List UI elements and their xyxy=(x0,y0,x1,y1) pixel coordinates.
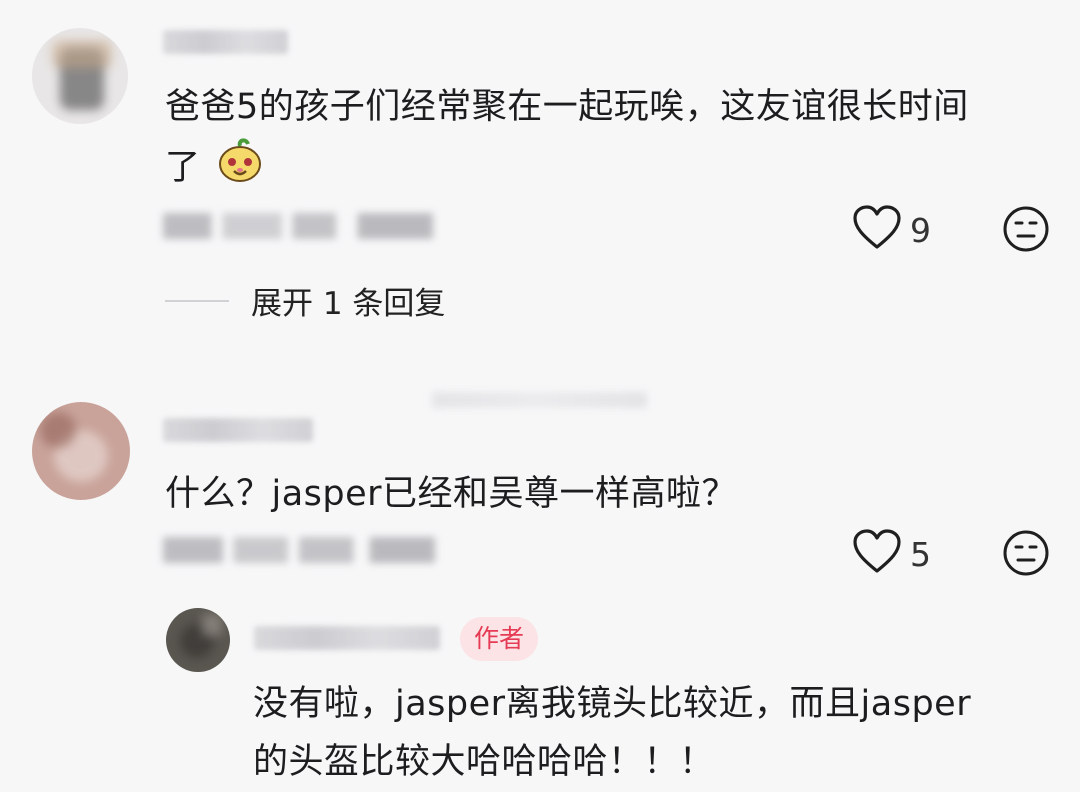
neutral-face-icon xyxy=(1002,530,1050,581)
smiling-mascot-emoji-icon xyxy=(216,136,264,202)
comment-meta xyxy=(163,213,433,239)
neutral-face-icon xyxy=(1002,206,1050,257)
heart-outline-icon xyxy=(852,205,902,255)
author-badge: 作者 xyxy=(460,617,539,661)
avatar[interactable] xyxy=(166,608,230,672)
dislike-button[interactable] xyxy=(1002,205,1050,257)
dislike-button[interactable] xyxy=(1002,529,1050,581)
heart-outline-icon xyxy=(852,529,902,579)
like-count: 5 xyxy=(910,534,931,574)
username[interactable] xyxy=(163,418,313,442)
divider xyxy=(432,392,647,408)
like-button[interactable]: 5 xyxy=(852,529,931,579)
comment-meta xyxy=(163,537,435,563)
comment-text: 爸爸5的孩子们经常聚在一起玩唉，这友谊很长时间 了 xyxy=(165,78,1045,202)
like-count: 9 xyxy=(910,210,931,250)
divider xyxy=(165,299,229,302)
avatar[interactable] xyxy=(32,402,130,500)
comment-text: 什么？jasper已经和吴尊一样高啦？ xyxy=(165,474,738,514)
like-button[interactable]: 9 xyxy=(852,205,931,255)
avatar[interactable] xyxy=(32,28,128,124)
expand-replies[interactable]: 展开 1 条回复 xyxy=(165,278,445,323)
reply-text-line-2: 的头盔比较大哈哈哈哈！！！ xyxy=(253,742,715,782)
username[interactable] xyxy=(254,626,440,650)
reply-text-line-1: 没有啦，jasper离我镜头比较近，而且jasper xyxy=(253,684,972,724)
reply-text: 没有啦，jasper离我镜头比较近，而且jasper 的头盔比较大哈哈哈哈！！！ xyxy=(253,675,1053,791)
username[interactable] xyxy=(163,30,288,54)
comment-text-line-2: 了 xyxy=(165,148,201,188)
expand-replies-label: 展开 1 条回复 xyxy=(251,286,446,322)
comment-text-line-1: 爸爸5的孩子们经常聚在一起玩唉，这友谊很长时间 xyxy=(165,87,969,127)
